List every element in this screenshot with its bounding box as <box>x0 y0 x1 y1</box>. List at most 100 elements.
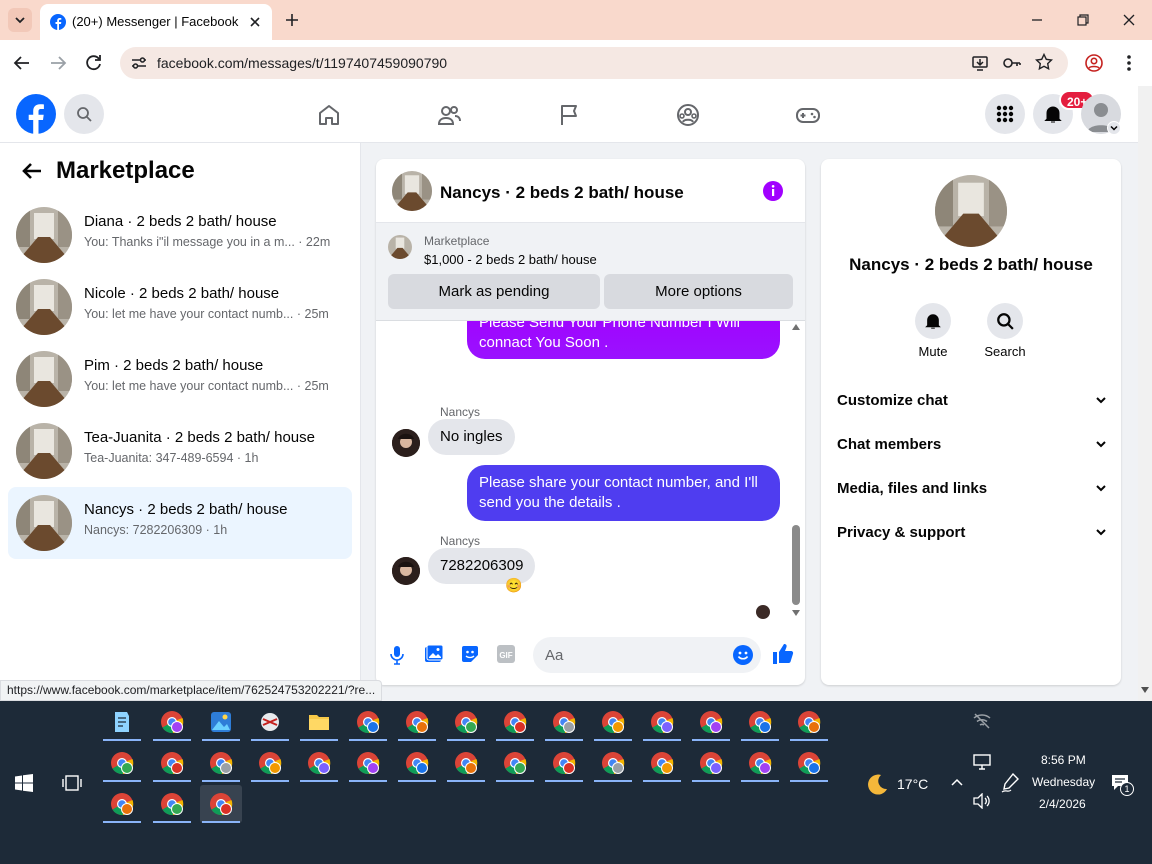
tab-search-button[interactable] <box>8 8 32 32</box>
taskbar-app-button[interactable] <box>151 703 193 741</box>
scroll-down-arrow-icon[interactable] <box>1141 687 1149 693</box>
account-menu-chevron[interactable] <box>1107 121 1121 135</box>
outgoing-message[interactable]: Please share your contact number, and I'… <box>467 465 780 521</box>
close-tab-icon[interactable] <box>248 15 262 29</box>
emoji-icon[interactable] <box>733 645 753 665</box>
minimize-icon[interactable] <box>1030 13 1044 27</box>
mute-action[interactable]: Mute <box>903 303 963 359</box>
search-action[interactable]: Search <box>975 303 1035 359</box>
conversation-item[interactable]: Nancys · 2 beds 2 bath/ house Nancys: 728… <box>8 487 352 559</box>
browser-tab-messenger[interactable]: (20+) Messenger | Facebook <box>40 4 272 40</box>
menu-button[interactable] <box>985 94 1025 134</box>
taskbar-app-button[interactable] <box>592 744 634 782</box>
taskbar-app-button[interactable] <box>200 744 242 782</box>
taskbar-app-button[interactable] <box>543 703 585 741</box>
profile-photo[interactable] <box>935 175 1007 247</box>
taskbar-app-button[interactable] <box>101 785 143 823</box>
listing-thumbnail[interactable] <box>388 235 412 259</box>
taskbar-app-button[interactable] <box>101 703 143 741</box>
network-off-icon[interactable] <box>973 713 991 729</box>
volume-icon[interactable] <box>973 793 991 809</box>
site-info-icon[interactable] <box>131 56 147 70</box>
taskbar-app-button[interactable] <box>101 744 143 782</box>
search-button[interactable] <box>64 94 104 134</box>
taskbar-app-button[interactable] <box>396 703 438 741</box>
friends-icon[interactable] <box>437 103 461 127</box>
taskbar-app-button[interactable] <box>200 703 242 741</box>
more-options-button[interactable]: More options <box>604 274 793 309</box>
forward-icon[interactable] <box>49 55 67 71</box>
taskbar-app-button[interactable] <box>298 744 340 782</box>
menu-kebab-icon[interactable] <box>1126 54 1132 72</box>
chat-members-section[interactable]: Chat members <box>837 436 1107 453</box>
taskbar-app-button[interactable] <box>494 703 536 741</box>
info-icon[interactable] <box>763 181 783 201</box>
windows-start-icon[interactable] <box>15 774 33 792</box>
task-view-icon[interactable] <box>62 773 82 793</box>
scrollbar-thumb[interactable] <box>792 525 800 605</box>
taskbar-app-button[interactable] <box>445 703 487 741</box>
weather-moon-icon[interactable] <box>865 772 889 796</box>
clock-time[interactable]: 8:56 PM <box>1041 753 1086 767</box>
media-files-links-section[interactable]: Media, files and links <box>837 480 1107 497</box>
taskbar-app-button[interactable] <box>200 785 242 823</box>
taskbar-app-button[interactable] <box>249 703 291 741</box>
taskbar-app-button[interactable] <box>641 744 683 782</box>
mark-as-pending-button[interactable]: Mark as pending <box>388 274 600 309</box>
pages-flag-icon[interactable] <box>557 103 581 127</box>
facebook-logo-icon[interactable] <box>16 94 56 134</box>
address-bar[interactable]: facebook.com/messages/t/1197407459090790 <box>120 47 1068 79</box>
scroll-down-arrow-icon[interactable] <box>792 610 800 616</box>
taskbar-app-button[interactable] <box>592 703 634 741</box>
taskbar-app-button[interactable] <box>151 785 193 823</box>
pen-icon[interactable] <box>1001 773 1019 793</box>
taskbar-app-button[interactable] <box>690 703 732 741</box>
home-icon[interactable] <box>317 103 341 127</box>
taskbar-app-button[interactable] <box>445 744 487 782</box>
taskbar-app-button[interactable] <box>396 744 438 782</box>
bookmark-star-icon[interactable] <box>1035 53 1053 71</box>
message-input[interactable]: Aa <box>533 637 761 673</box>
privacy-support-section[interactable]: Privacy & support <box>837 524 1107 541</box>
taskbar-app-button[interactable] <box>788 703 830 741</box>
taskbar-app-button[interactable] <box>151 744 193 782</box>
conversation-item[interactable]: Pim · 2 beds 2 bath/ house You: let me ha… <box>8 343 352 415</box>
page-scrollbar[interactable] <box>1138 86 1152 701</box>
gaming-icon[interactable] <box>795 103 821 127</box>
taskbar-app-button[interactable] <box>347 744 389 782</box>
reload-icon[interactable] <box>85 54 103 72</box>
customize-chat-section[interactable]: Customize chat <box>837 392 1107 409</box>
scroll-up-arrow-icon[interactable] <box>792 324 800 330</box>
message-reaction[interactable]: 😊 <box>505 577 522 594</box>
taskbar-app-button[interactable] <box>739 703 781 741</box>
weather-temp[interactable]: 17°C <box>897 776 928 792</box>
profile-icon[interactable] <box>1085 54 1103 72</box>
install-app-icon[interactable] <box>971 54 989 72</box>
chat-title[interactable]: Nancys · 2 beds 2 bath/ house <box>440 183 684 203</box>
sender-avatar[interactable] <box>392 557 420 585</box>
taskbar-app-button[interactable] <box>788 744 830 782</box>
taskbar-app-button[interactable] <box>347 703 389 741</box>
back-icon[interactable] <box>13 55 31 71</box>
groups-icon[interactable] <box>676 103 700 127</box>
sender-avatar[interactable] <box>392 429 420 457</box>
sticker-icon[interactable] <box>460 644 480 664</box>
restore-icon[interactable] <box>1076 13 1090 27</box>
clock-day[interactable]: Wednesday <box>1032 775 1095 789</box>
thread-scrollbar[interactable] <box>790 321 802 621</box>
listing-title[interactable]: $1,000 - 2 beds 2 bath/ house <box>424 252 597 267</box>
microphone-icon[interactable] <box>390 645 404 665</box>
conversation-item[interactable]: Tea-Juanita · 2 beds 2 bath/ house Tea-Ju… <box>8 415 352 487</box>
conversation-item[interactable]: Nicole · 2 beds 2 bath/ house You: let me… <box>8 271 352 343</box>
thumbs-up-icon[interactable] <box>772 643 794 665</box>
taskbar-app-button[interactable] <box>298 703 340 741</box>
conversation-item[interactable]: Diana · 2 beds 2 bath/ house You: Thanks … <box>8 199 352 271</box>
display-icon[interactable] <box>973 754 991 770</box>
photo-attach-icon[interactable] <box>424 644 444 664</box>
taskbar-app-button[interactable] <box>690 744 732 782</box>
incoming-message[interactable]: No ingles <box>428 419 515 455</box>
gif-icon[interactable]: GIF <box>496 644 516 664</box>
taskbar-app-button[interactable] <box>494 744 536 782</box>
close-window-icon[interactable] <box>1122 13 1136 27</box>
back-arrow-icon[interactable] <box>22 162 42 180</box>
